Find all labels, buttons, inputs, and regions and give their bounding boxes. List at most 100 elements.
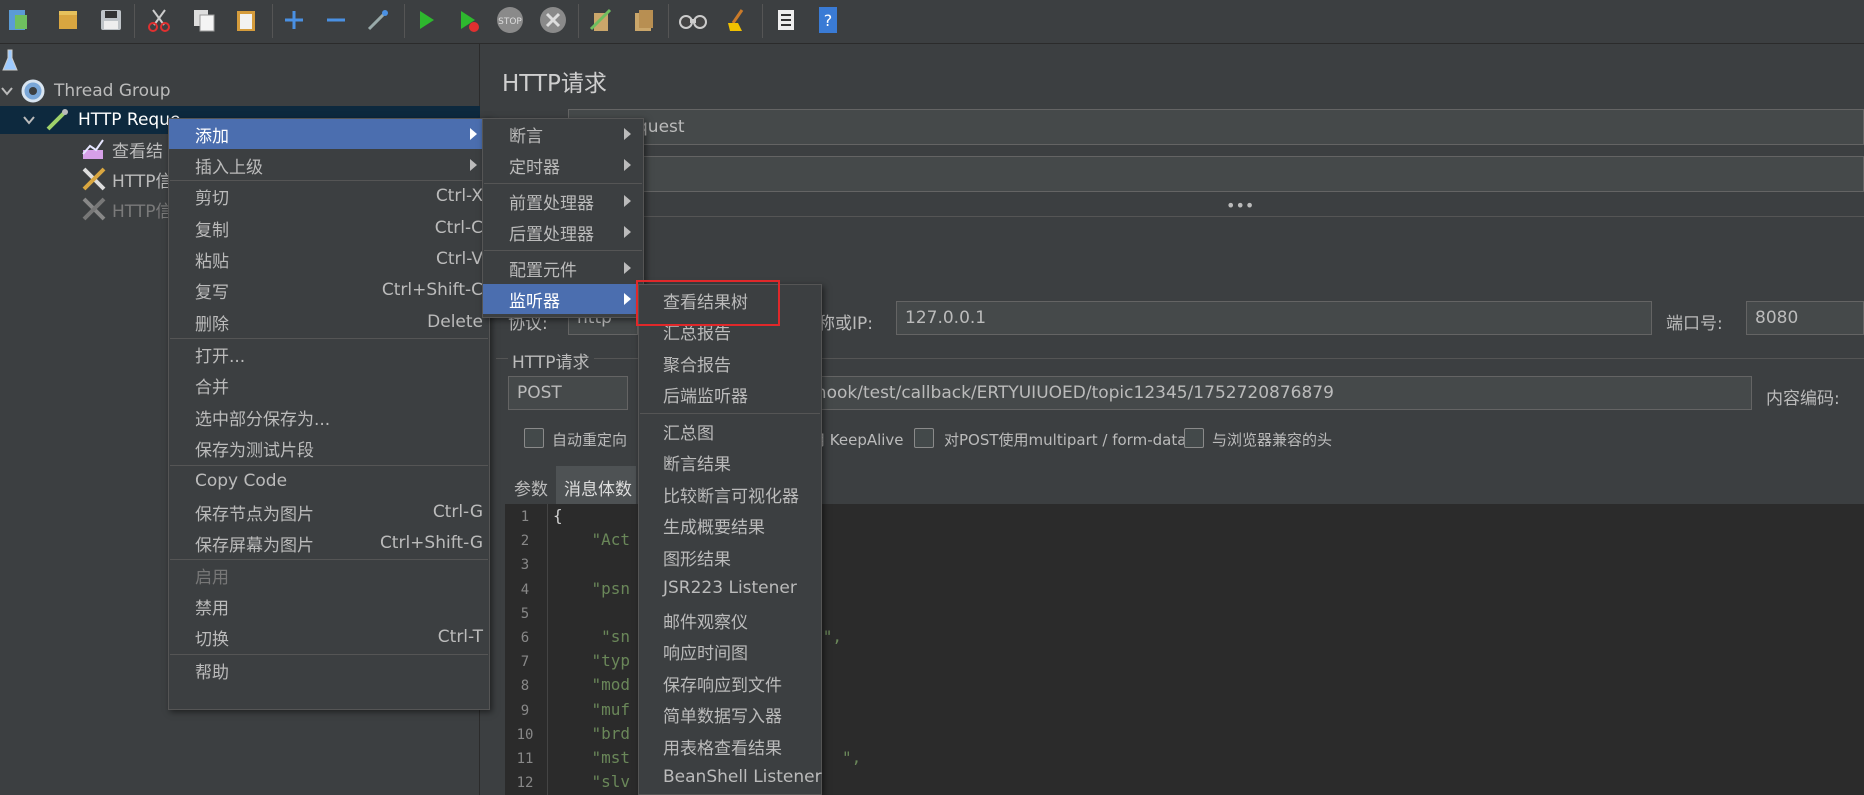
- menu-item-14[interactable]: 启用: [169, 560, 489, 590]
- listener-item-2[interactable]: 聚合报告: [639, 348, 821, 378]
- chevron-down-icon[interactable]: [22, 113, 36, 127]
- redirect-label: 自动重定向: [552, 431, 628, 449]
- menu-item-7[interactable]: 打开...: [169, 339, 489, 369]
- listener-item-5[interactable]: 断言结果: [639, 447, 821, 477]
- menu-item-shortcut: Delete: [427, 312, 483, 332]
- menu-item-12[interactable]: 保存节点为图片 Ctrl-G: [169, 497, 489, 527]
- menu-item-5[interactable]: 复写 Ctrl+Shift-C: [169, 275, 489, 305]
- multipart-checkbox[interactable]: [914, 428, 934, 448]
- stop-icon[interactable]: STOP: [494, 4, 526, 36]
- menu-item-11[interactable]: Copy Code: [169, 466, 489, 496]
- help-icon[interactable]: ?: [812, 4, 844, 36]
- tree-child-http-header-disabled[interactable]: HTTP信: [80, 195, 173, 223]
- paste-icon[interactable]: [230, 4, 262, 36]
- http-request-label: HTTP Reque: [78, 110, 181, 130]
- redirect-checkbox[interactable]: [524, 428, 544, 448]
- method-select[interactable]: POST: [508, 376, 628, 410]
- menu-item-0[interactable]: 添加: [169, 119, 489, 149]
- clear-all-icon[interactable]: [628, 4, 660, 36]
- add-menu-item-2[interactable]: 前置处理器: [483, 186, 643, 216]
- add-menu-item-4[interactable]: 配置元件: [483, 253, 643, 283]
- templates-icon[interactable]: [52, 4, 84, 36]
- menu-item-3[interactable]: 复制 Ctrl-C: [169, 213, 489, 243]
- thread-group-node[interactable]: Thread Group: [0, 77, 171, 105]
- listener-item-8[interactable]: 图形结果: [639, 542, 821, 572]
- comments-field[interactable]: [568, 156, 1864, 192]
- add-menu-item-3[interactable]: 后置处理器: [483, 217, 643, 247]
- listener-item-3[interactable]: 后端监听器: [639, 379, 821, 409]
- start-no-pause-icon[interactable]: [452, 4, 484, 36]
- line-number: 12: [516, 775, 534, 792]
- listener-item-11[interactable]: 响应时间图: [639, 636, 821, 666]
- test-plan-node[interactable]: [2, 46, 18, 74]
- chevron-down-icon[interactable]: [0, 84, 14, 98]
- chevron-right-icon: [624, 293, 631, 305]
- new-icon[interactable]: [2, 4, 34, 36]
- clear-icon[interactable]: [585, 4, 617, 36]
- browser-headers-checkbox[interactable]: [1184, 428, 1204, 448]
- expand-icon[interactable]: [278, 4, 310, 36]
- chevron-right-icon: [470, 128, 477, 140]
- start-icon[interactable]: [410, 4, 442, 36]
- menu-item-6[interactable]: 删除 Delete: [169, 307, 489, 337]
- menu-item-15[interactable]: 禁用: [169, 591, 489, 621]
- line-number: 11: [516, 751, 534, 767]
- menu-item-label: 复制: [195, 220, 229, 241]
- menu-item-label: 后置处理器: [509, 224, 594, 245]
- listener-item-4[interactable]: 汇总图: [639, 416, 821, 446]
- tab-params[interactable]: 参数: [514, 475, 548, 500]
- listener-item-9[interactable]: JSR223 Listener: [639, 573, 821, 603]
- tree-child-http-header[interactable]: HTTP信: [80, 165, 173, 193]
- tab-body-data[interactable]: 消息体数: [556, 466, 636, 504]
- listener-item-6[interactable]: 比较断言可视化器: [639, 479, 821, 509]
- listener-item-10[interactable]: 邮件观察仪: [639, 605, 821, 635]
- menu-item-label: 剪切: [195, 188, 229, 209]
- menu-item-13[interactable]: 保存屏幕为图片 Ctrl+Shift-G: [169, 528, 489, 558]
- function-helper-icon[interactable]: [770, 4, 802, 36]
- chart-icon: [82, 139, 104, 159]
- listener-item-14[interactable]: 用表格查看结果: [639, 731, 821, 761]
- menu-item-2[interactable]: 剪切 Ctrl-X: [169, 181, 489, 211]
- splitter-handle[interactable]: •••: [1226, 196, 1254, 215]
- menu-item-4[interactable]: 粘贴 Ctrl-V: [169, 244, 489, 274]
- chevron-right-icon: [624, 262, 631, 274]
- menu-item-label: 合并: [195, 377, 229, 398]
- save-icon[interactable]: [95, 4, 127, 36]
- menu-item-label: 配置元件: [509, 260, 577, 281]
- menu-item-label: 保存为测试片段: [195, 440, 314, 461]
- line-number: 6: [520, 630, 530, 646]
- add-menu-item-0[interactable]: 断言: [483, 119, 643, 149]
- listener-item-7[interactable]: 生成概要结果: [639, 510, 821, 540]
- add-menu-item-1[interactable]: 定时器: [483, 150, 643, 180]
- reset-search-icon[interactable]: [721, 4, 753, 36]
- line-number: 9: [520, 702, 530, 719]
- menu-item-1[interactable]: 插入上级: [169, 150, 489, 180]
- multipart-label: 对POST使用multipart / form-data: [944, 431, 1187, 449]
- search-icon[interactable]: [677, 4, 709, 36]
- server-field[interactable]: 127.0.0.1: [896, 301, 1652, 335]
- menu-item-16[interactable]: 切换 Ctrl-T: [169, 622, 489, 652]
- menu-item-17[interactable]: 帮助: [169, 655, 489, 685]
- listener-item-13[interactable]: 简单数据写入器: [639, 699, 821, 729]
- menu-item-label: 插入上级: [195, 157, 263, 178]
- line-number: 7: [520, 654, 530, 671]
- line-number: 1: [520, 509, 530, 525]
- toggle-icon[interactable]: [362, 4, 394, 36]
- menu-item-9[interactable]: 选中部分保存为...: [169, 402, 489, 432]
- copy-icon[interactable]: [188, 4, 220, 36]
- menu-item-8[interactable]: 合并: [169, 370, 489, 400]
- highlight-box: [636, 280, 780, 326]
- wrench-icon: [82, 167, 106, 191]
- menu-item-label: 打开...: [195, 346, 246, 367]
- shutdown-icon[interactable]: [537, 4, 569, 36]
- cut-icon[interactable]: [143, 4, 175, 36]
- collapse-icon[interactable]: [320, 4, 352, 36]
- add-menu-item-5[interactable]: 监听器: [483, 284, 643, 314]
- name-field[interactable]: quest: [568, 109, 1864, 145]
- port-field[interactable]: 8080: [1746, 301, 1864, 335]
- menu-item-10[interactable]: 保存为测试片段: [169, 433, 489, 463]
- path-field[interactable]: bhook/test/callback/ERTYUIUOED/topic1234…: [796, 376, 1752, 410]
- tree-child-result-tree[interactable]: 查看结: [80, 135, 163, 163]
- listener-item-12[interactable]: 保存响应到文件: [639, 668, 821, 698]
- listener-item-15[interactable]: BeanShell Listener: [639, 762, 822, 792]
